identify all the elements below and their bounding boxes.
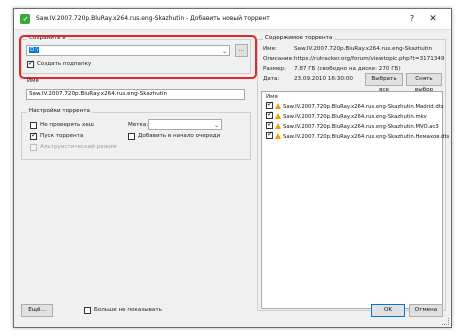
file-row[interactable]: Saw.IV.2007.720p.BluRay.x264.rus.eng-Ska… <box>266 110 427 121</box>
add-to-top-checkbox[interactable] <box>128 133 135 140</box>
deselect-button[interactable]: Снять выбор <box>406 73 442 93</box>
warning-icon <box>275 133 281 139</box>
contents-date-key: Дата: <box>263 76 280 82</box>
file-name: Saw.IV.2007.720p.BluRay.x264.rus.eng-Ska… <box>283 134 450 140</box>
warning-icon <box>275 113 281 119</box>
contents-desc-value[interactable]: https://rutracker.org/forum/viewtopic.ph… <box>294 56 444 62</box>
name-input[interactable]: Saw.IV.2007.720p.BluRay.x264.rus.eng-Ska… <box>26 89 245 100</box>
skip-hash-checkbox[interactable] <box>30 122 37 129</box>
contents-desc-key: Описание: <box>263 56 294 62</box>
skip-hash-label: Не проверять хеш <box>40 122 94 128</box>
torrent-contents-title: Содержимое торрента <box>263 35 335 41</box>
more-button[interactable]: Ещё... <box>21 304 53 317</box>
contents-size-key: Размер: <box>263 66 286 72</box>
resize-grip-icon[interactable] <box>442 318 449 325</box>
altruistic-mode-checkbox[interactable] <box>30 144 37 151</box>
contents-name-key: Имя: <box>263 46 277 52</box>
select-all-button[interactable]: Выбрать все <box>365 73 403 93</box>
app-logo-icon <box>20 14 30 24</box>
file-row[interactable]: Saw.IV.2007.720p.BluRay.x264.rus.eng-Ska… <box>266 100 444 111</box>
file-row[interactable]: Saw.IV.2007.720p.BluRay.x264.rus.eng-Ska… <box>266 130 450 141</box>
dont-show-label: Больше не показывать <box>94 307 162 313</box>
name-label: Имя <box>27 78 39 84</box>
dont-show-checkbox[interactable] <box>84 307 91 314</box>
file-list[interactable]: Имя Saw.IV.2007.720p.BluRay.x264.rus.eng… <box>261 91 449 309</box>
add-torrent-dialog: Saw.IV.2007.720p.BluRay.x264.rus.eng-Ska… <box>13 8 452 328</box>
altruistic-mode-label: Альтруистический режим <box>40 144 117 150</box>
start-torrent-label: Пуск торрента <box>40 133 84 139</box>
warning-icon <box>275 123 281 129</box>
file-name: Saw.IV.2007.720p.BluRay.x264.rus.eng-Ska… <box>283 114 427 120</box>
warning-icon <box>275 103 281 109</box>
help-button[interactable]: ? <box>406 13 418 25</box>
contents-date-value: 23.09.2010 16:30:00 <box>294 76 353 82</box>
file-checkbox[interactable] <box>266 110 273 119</box>
add-to-top-label: Добавить в начало очереди <box>138 133 221 139</box>
file-name: Saw.IV.2007.720p.BluRay.x264.rus.eng-Ska… <box>283 104 444 110</box>
label-combobox[interactable]: ⌄ <box>148 119 222 130</box>
cancel-button[interactable]: Отмена <box>409 304 443 317</box>
file-row[interactable]: Saw.IV.2007.720p.BluRay.x264.rus.eng-Ska… <box>266 120 439 131</box>
label-label: Метка: <box>128 122 149 128</box>
ok-button[interactable]: OK <box>371 304 405 317</box>
file-checkbox[interactable] <box>266 100 273 109</box>
torrent-settings-title: Настройки торрента <box>27 108 92 114</box>
file-checkbox[interactable] <box>266 120 273 129</box>
title-bar: Saw.IV.2007.720p.BluRay.x264.rus.eng-Ska… <box>14 9 451 30</box>
file-checkbox[interactable] <box>266 130 273 139</box>
window-title: Saw.IV.2007.720p.BluRay.x264.rus.eng-Ska… <box>36 15 270 22</box>
start-torrent-checkbox[interactable] <box>30 131 37 140</box>
contents-size-value: 7.87 ГБ (свободно на диске: 270 ГБ) <box>294 66 401 72</box>
close-icon[interactable]: ✕ <box>427 13 439 25</box>
chevron-down-icon[interactable]: ⌄ <box>214 121 219 129</box>
annotation-highlight <box>19 35 257 79</box>
file-name: Saw.IV.2007.720p.BluRay.x264.rus.eng-Ska… <box>283 124 439 130</box>
contents-name-value: Saw.IV.2007.720p.BluRay.x264.rus.eng-Ska… <box>294 46 433 52</box>
